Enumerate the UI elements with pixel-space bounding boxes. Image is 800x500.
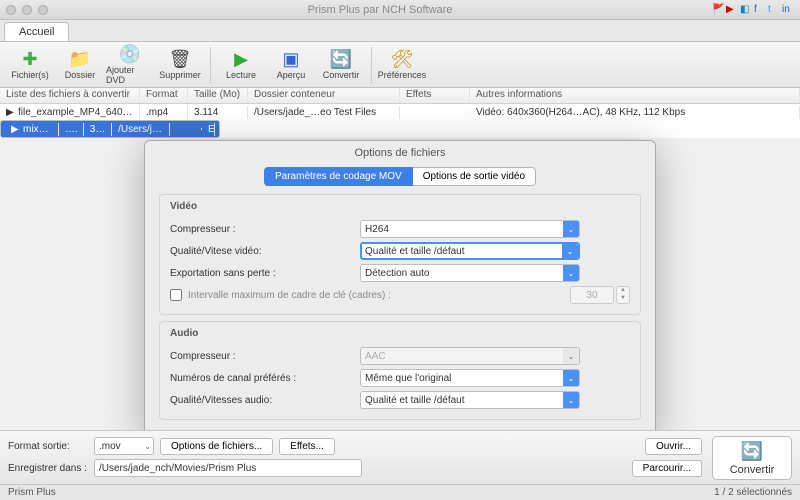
video-quality-select[interactable]: Qualité et taille /défaut⌄ <box>360 242 580 260</box>
audio-quality-label: Qualité/Vitesses audio: <box>170 395 360 406</box>
chevron-down-icon: ⌄ <box>563 265 579 281</box>
output-format-label: Format sortie: <box>8 441 88 452</box>
convert-main-button[interactable]: 🔄 Convertir <box>712 436 792 480</box>
chevron-down-icon: ⌄ <box>563 221 579 237</box>
video-heading: Vidéo <box>170 201 630 212</box>
chevron-down-icon: ⌄ <box>563 392 579 408</box>
bottom-panel: Format sortie: .mov⌄ Options de fichiers… <box>0 430 800 484</box>
tab-encoding[interactable]: Paramètres de codage MOV <box>264 167 413 186</box>
refresh-icon: 🔄 <box>741 441 763 462</box>
video-compressor-select[interactable]: H264⌄ <box>360 220 580 238</box>
open-button[interactable]: Ouvrir... <box>645 438 702 455</box>
file-options-dialog: Options de fichiers Paramètres de codage… <box>144 140 656 436</box>
audio-heading: Audio <box>170 328 630 339</box>
status-bar: Prism Plus 1 / 2 sélectionnés <box>0 484 800 500</box>
chevron-down-icon: ⌄ <box>144 442 151 451</box>
status-right: 1 / 2 sélectionnés <box>714 487 792 498</box>
checkbox-icon[interactable] <box>170 289 182 301</box>
lossless-select[interactable]: Détection auto⌄ <box>360 264 580 282</box>
chevron-down-icon: ⌄ <box>563 370 579 386</box>
chevron-up-icon: ▲ <box>617 287 629 295</box>
dialog-title: Options de fichiers <box>145 141 655 163</box>
audio-group: Audio Compresseur : AAC⌄ Numéros de cana… <box>159 321 641 420</box>
video-compressor-label: Compresseur : <box>170 224 360 235</box>
keyframe-value: 30 <box>570 286 614 304</box>
save-in-label: Enregistrer dans : <box>8 463 88 474</box>
keyframe-checkbox[interactable]: Intervalle maximum de cadre de clé (cadr… <box>170 289 391 301</box>
chevron-down-icon: ⌄ <box>562 244 578 258</box>
audio-compressor-label: Compresseur : <box>170 351 360 362</box>
channels-label: Numéros de canal préférés : <box>170 373 360 384</box>
file-options-button[interactable]: Options de fichiers... <box>160 438 273 455</box>
modal-overlay: Options de fichiers Paramètres de codage… <box>0 0 800 500</box>
status-left: Prism Plus <box>8 487 56 498</box>
tab-output[interactable]: Options de sortie vidéo <box>413 167 536 186</box>
keyframe-stepper[interactable]: ▲▼ <box>616 286 630 304</box>
lossless-label: Exportation sans perte : <box>170 268 360 279</box>
segment-control: Paramètres de codage MOV Options de sort… <box>145 167 655 186</box>
output-format-select[interactable]: .mov⌄ <box>94 437 154 455</box>
channels-select[interactable]: Même que l'original⌄ <box>360 369 580 387</box>
video-quality-label: Qualité/Vitese vidéo: <box>170 246 360 257</box>
save-path-field[interactable]: /Users/jade_nch/Movies/Prism Plus <box>94 459 362 477</box>
browse-button[interactable]: Parcourir... <box>632 460 702 477</box>
audio-quality-select[interactable]: Qualité et taille /défaut⌄ <box>360 391 580 409</box>
effects-button[interactable]: Effets... <box>279 438 335 455</box>
chevron-down-icon: ⌄ <box>563 348 579 364</box>
video-group: Vidéo Compresseur : H264⌄ Qualité/Vitese… <box>159 194 641 315</box>
chevron-down-icon: ▼ <box>617 295 629 303</box>
audio-compressor-select: AAC⌄ <box>360 347 580 365</box>
